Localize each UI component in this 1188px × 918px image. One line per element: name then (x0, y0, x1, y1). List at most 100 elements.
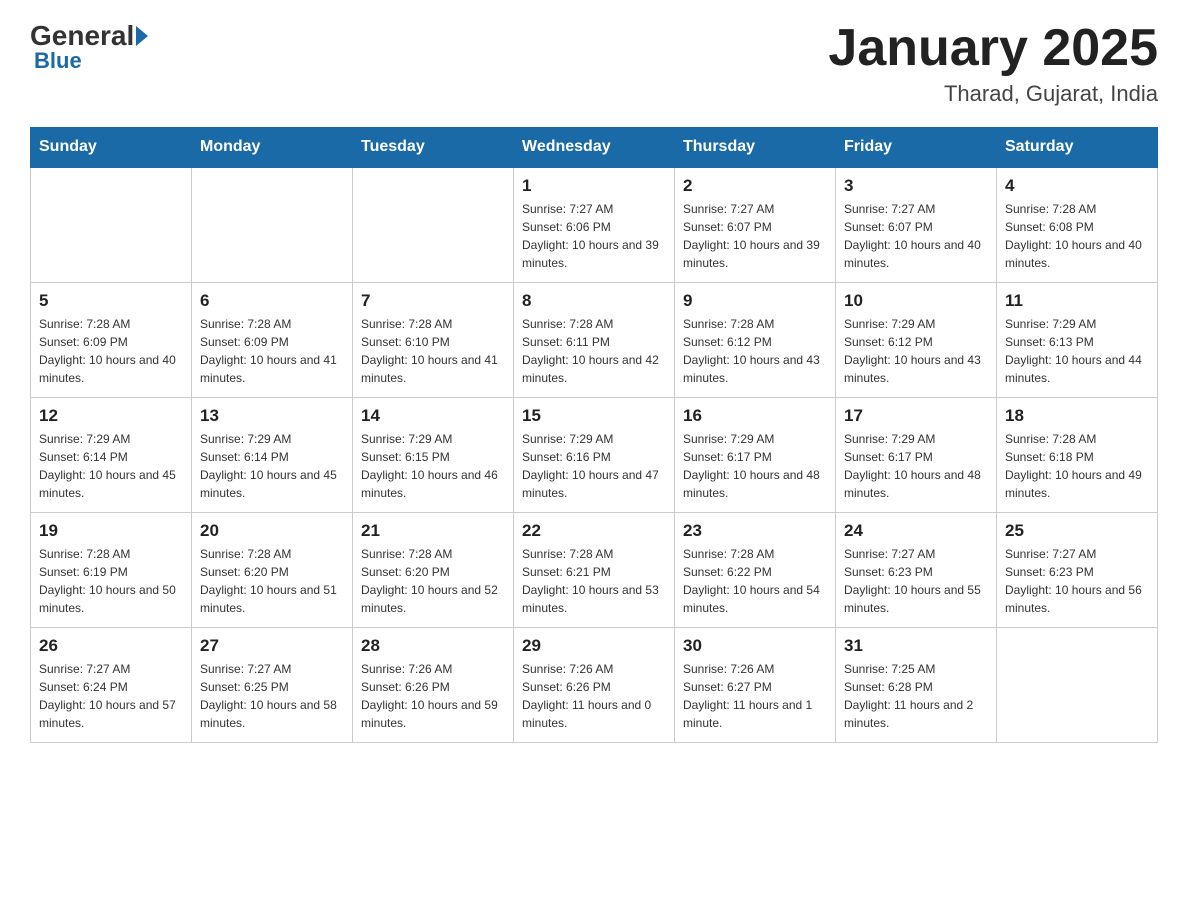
logo-arrow-icon (136, 26, 148, 46)
week-row-4: 19 Sunrise: 7:28 AM Sunset: 6:19 PM Dayli… (31, 513, 1158, 628)
header-cell-thursday: Thursday (675, 128, 836, 168)
day-cell: 30Sunrise: 7:26 AM Sunset: 6:27 PM Dayli… (675, 628, 836, 743)
day-cell: 13Sunrise: 7:29 AM Sunset: 6:14 PM Dayli… (192, 398, 353, 513)
title-area: January 2025 Tharad, Gujarat, India (828, 20, 1158, 107)
day-number: 24 (844, 521, 988, 541)
day-cell: 28 Sunrise: 7:26 AM Sunset: 6:26 PM Dayli… (353, 628, 514, 743)
day-info: Sunrise: 7:28 AM Sunset: 6:20 PM Dayligh… (200, 545, 344, 617)
day-info: Sunrise: 7:28 AM Sunset: 6:12 PM Dayligh… (683, 315, 827, 387)
header-cell-monday: Monday (192, 128, 353, 168)
header-cell-saturday: Saturday (997, 128, 1158, 168)
day-info: Sunrise: 7:26 AM Sunset: 6:27 PM Dayligh… (683, 660, 827, 732)
day-cell: 3Sunrise: 7:27 AM Sunset: 6:07 PM Daylig… (836, 167, 997, 283)
day-cell: 17Sunrise: 7:29 AM Sunset: 6:17 PM Dayli… (836, 398, 997, 513)
day-number: 15 (522, 406, 666, 426)
day-info: Sunrise: 7:28 AM Sunset: 6:11 PM Dayligh… (522, 315, 666, 387)
day-cell (997, 628, 1158, 743)
day-cell: 7 Sunrise: 7:28 AM Sunset: 6:10 PM Daylig… (353, 283, 514, 398)
day-cell: 31 Sunrise: 7:25 AM Sunset: 6:28 PM Dayli… (836, 628, 997, 743)
day-number: 31 (844, 636, 988, 656)
week-row-3: 12 Sunrise: 7:29 AM Sunset: 6:14 PM Dayli… (31, 398, 1158, 513)
logo: General Blue (30, 20, 148, 74)
day-info: Sunrise: 7:25 AM Sunset: 6:28 PM Dayligh… (844, 660, 988, 732)
day-info: Sunrise: 7:29 AM Sunset: 6:17 PM Dayligh… (683, 430, 827, 502)
day-number: 13 (200, 406, 344, 426)
day-info: Sunrise: 7:29 AM Sunset: 6:12 PM Dayligh… (844, 315, 988, 387)
day-cell: 15 Sunrise: 7:29 AM Sunset: 6:16 PM Dayli… (514, 398, 675, 513)
day-number: 10 (844, 291, 988, 311)
day-cell: 22 Sunrise: 7:28 AM Sunset: 6:21 PM Dayli… (514, 513, 675, 628)
day-cell: 12 Sunrise: 7:29 AM Sunset: 6:14 PM Dayli… (31, 398, 192, 513)
day-cell: 8 Sunrise: 7:28 AM Sunset: 6:11 PM Daylig… (514, 283, 675, 398)
day-number: 21 (361, 521, 505, 541)
day-number: 8 (522, 291, 666, 311)
day-number: 5 (39, 291, 183, 311)
day-number: 1 (522, 176, 666, 196)
day-info: Sunrise: 7:28 AM Sunset: 6:21 PM Dayligh… (522, 545, 666, 617)
day-cell: 4Sunrise: 7:28 AM Sunset: 6:08 PM Daylig… (997, 167, 1158, 283)
day-info: Sunrise: 7:28 AM Sunset: 6:10 PM Dayligh… (361, 315, 505, 387)
day-number: 20 (200, 521, 344, 541)
day-info: Sunrise: 7:29 AM Sunset: 6:15 PM Dayligh… (361, 430, 505, 502)
day-cell: 9 Sunrise: 7:28 AM Sunset: 6:12 PM Daylig… (675, 283, 836, 398)
day-cell: 10 Sunrise: 7:29 AM Sunset: 6:12 PM Dayli… (836, 283, 997, 398)
day-number: 22 (522, 521, 666, 541)
day-cell: 19 Sunrise: 7:28 AM Sunset: 6:19 PM Dayli… (31, 513, 192, 628)
day-cell: 24 Sunrise: 7:27 AM Sunset: 6:23 PM Dayli… (836, 513, 997, 628)
day-info: Sunrise: 7:29 AM Sunset: 6:13 PM Dayligh… (1005, 315, 1149, 387)
day-cell: 1 Sunrise: 7:27 AM Sunset: 6:06 PM Daylig… (514, 167, 675, 283)
header-cell-tuesday: Tuesday (353, 128, 514, 168)
day-number: 19 (39, 521, 183, 541)
day-cell: 5 Sunrise: 7:28 AM Sunset: 6:09 PM Daylig… (31, 283, 192, 398)
day-number: 14 (361, 406, 505, 426)
day-info: Sunrise: 7:28 AM Sunset: 6:09 PM Dayligh… (200, 315, 344, 387)
day-number: 25 (1005, 521, 1149, 541)
day-info: Sunrise: 7:29 AM Sunset: 6:16 PM Dayligh… (522, 430, 666, 502)
day-cell: 29 Sunrise: 7:26 AM Sunset: 6:26 PM Dayli… (514, 628, 675, 743)
week-row-1: 1 Sunrise: 7:27 AM Sunset: 6:06 PM Daylig… (31, 167, 1158, 283)
logo-blue-text: Blue (30, 48, 82, 74)
calendar-table: SundayMondayTuesdayWednesdayThursdayFrid… (30, 127, 1158, 743)
day-info: Sunrise: 7:28 AM Sunset: 6:22 PM Dayligh… (683, 545, 827, 617)
day-number: 12 (39, 406, 183, 426)
day-cell: 2 Sunrise: 7:27 AM Sunset: 6:07 PM Daylig… (675, 167, 836, 283)
day-info: Sunrise: 7:27 AM Sunset: 6:06 PM Dayligh… (522, 200, 666, 272)
day-cell: 11 Sunrise: 7:29 AM Sunset: 6:13 PM Dayli… (997, 283, 1158, 398)
day-info: Sunrise: 7:28 AM Sunset: 6:08 PM Dayligh… (1005, 200, 1149, 272)
month-title: January 2025 (828, 20, 1158, 77)
day-cell: 21 Sunrise: 7:28 AM Sunset: 6:20 PM Dayli… (353, 513, 514, 628)
day-info: Sunrise: 7:28 AM Sunset: 6:09 PM Dayligh… (39, 315, 183, 387)
day-cell (31, 167, 192, 283)
location-subtitle: Tharad, Gujarat, India (828, 81, 1158, 107)
day-number: 2 (683, 176, 827, 196)
day-number: 3 (844, 176, 988, 196)
day-number: 29 (522, 636, 666, 656)
day-info: Sunrise: 7:27 AM Sunset: 6:07 PM Dayligh… (683, 200, 827, 272)
day-cell: 6 Sunrise: 7:28 AM Sunset: 6:09 PM Daylig… (192, 283, 353, 398)
day-number: 11 (1005, 291, 1149, 311)
day-info: Sunrise: 7:26 AM Sunset: 6:26 PM Dayligh… (361, 660, 505, 732)
day-number: 26 (39, 636, 183, 656)
day-cell (192, 167, 353, 283)
day-number: 16 (683, 406, 827, 426)
day-number: 17 (844, 406, 988, 426)
day-info: Sunrise: 7:29 AM Sunset: 6:14 PM Dayligh… (39, 430, 183, 502)
day-cell: 23 Sunrise: 7:28 AM Sunset: 6:22 PM Dayli… (675, 513, 836, 628)
day-cell: 14 Sunrise: 7:29 AM Sunset: 6:15 PM Dayli… (353, 398, 514, 513)
day-info: Sunrise: 7:26 AM Sunset: 6:26 PM Dayligh… (522, 660, 666, 732)
day-number: 9 (683, 291, 827, 311)
day-info: Sunrise: 7:27 AM Sunset: 6:23 PM Dayligh… (1005, 545, 1149, 617)
day-info: Sunrise: 7:28 AM Sunset: 6:18 PM Dayligh… (1005, 430, 1149, 502)
day-info: Sunrise: 7:28 AM Sunset: 6:20 PM Dayligh… (361, 545, 505, 617)
calendar-header: SundayMondayTuesdayWednesdayThursdayFrid… (31, 128, 1158, 168)
header-cell-sunday: Sunday (31, 128, 192, 168)
day-number: 23 (683, 521, 827, 541)
day-number: 7 (361, 291, 505, 311)
day-number: 6 (200, 291, 344, 311)
day-info: Sunrise: 7:28 AM Sunset: 6:19 PM Dayligh… (39, 545, 183, 617)
day-cell: 16 Sunrise: 7:29 AM Sunset: 6:17 PM Dayli… (675, 398, 836, 513)
day-number: 28 (361, 636, 505, 656)
day-info: Sunrise: 7:27 AM Sunset: 6:23 PM Dayligh… (844, 545, 988, 617)
day-cell: 26Sunrise: 7:27 AM Sunset: 6:24 PM Dayli… (31, 628, 192, 743)
day-info: Sunrise: 7:27 AM Sunset: 6:25 PM Dayligh… (200, 660, 344, 732)
